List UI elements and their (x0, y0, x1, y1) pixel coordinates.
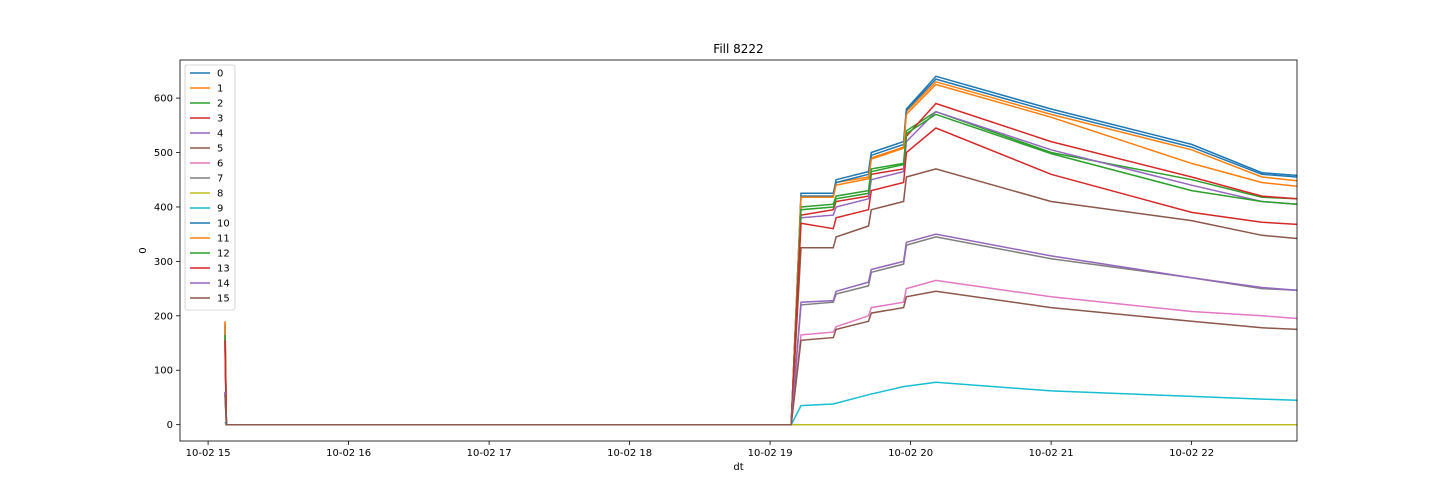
series-line-7 (224, 236, 1298, 426)
y-tick-label: 600 (154, 94, 173, 105)
series-line-2 (224, 110, 1298, 426)
x-axis: 10-02 15 10-02 16 10-02 17 10-02 18 10-02 19… (186, 441, 1214, 459)
series-line-9 (224, 381, 1298, 426)
y-tick-label: 400 (154, 202, 173, 213)
legend: 0123456789101112131415 (184, 64, 236, 311)
y-tick-label: 200 (154, 311, 173, 322)
x-tick-label: 10-02 15 (186, 448, 231, 459)
x-tick-label: 10-02 16 (326, 448, 371, 459)
x-axis-label: dt (733, 462, 743, 473)
series-line-6 (224, 279, 1298, 426)
legend-label: 11 (217, 234, 230, 245)
plot-lines (224, 75, 1298, 426)
legend-label: 15 (217, 294, 230, 305)
legend-label: 2 (217, 99, 223, 110)
x-tick-label: 10-02 17 (467, 448, 512, 459)
x-tick-label: 10-02 18 (607, 448, 652, 459)
series-line-15 (224, 290, 1298, 426)
series-line-5 (224, 168, 1298, 426)
legend-label: 10 (217, 219, 230, 230)
line-chart: 10-02 15 10-02 16 10-02 17 10-02 18 10-02 19… (138, 42, 1298, 473)
legend-label: 6 (217, 159, 223, 170)
series-line-13 (224, 127, 1298, 426)
legend-label: 9 (217, 204, 223, 215)
legend-label: 7 (217, 174, 223, 185)
x-tick-label: 10-02 21 (1029, 448, 1074, 459)
legend-label: 14 (217, 279, 230, 290)
legend-label: 12 (217, 249, 230, 260)
series-line-0 (224, 75, 1298, 426)
y-tick-label: 500 (154, 148, 173, 159)
legend-label: 3 (217, 114, 223, 125)
legend-label: 5 (217, 144, 223, 155)
legend-label: 0 (217, 69, 223, 80)
x-tick-label: 10-02 20 (888, 448, 933, 459)
y-tick-label: 0 (167, 420, 173, 431)
y-tick-label: 300 (154, 257, 173, 268)
series-line-3 (224, 102, 1298, 426)
y-axis: 0 100 200 300 400 500 600 (154, 94, 180, 431)
y-tick-label: 100 (154, 366, 173, 377)
series-line-14 (224, 233, 1298, 426)
legend-label: 8 (217, 189, 223, 200)
plot-frame (179, 59, 1298, 442)
series-line-4 (224, 110, 1298, 426)
legend-label: 4 (217, 129, 223, 140)
x-tick-label: 10-02 19 (748, 448, 793, 459)
y-axis-label: 0 (138, 247, 149, 253)
x-tick-label: 10-02 22 (1169, 448, 1214, 459)
legend-label: 1 (217, 84, 223, 95)
legend-label: 13 (217, 264, 230, 275)
chart-title: Fill 8222 (713, 42, 763, 56)
